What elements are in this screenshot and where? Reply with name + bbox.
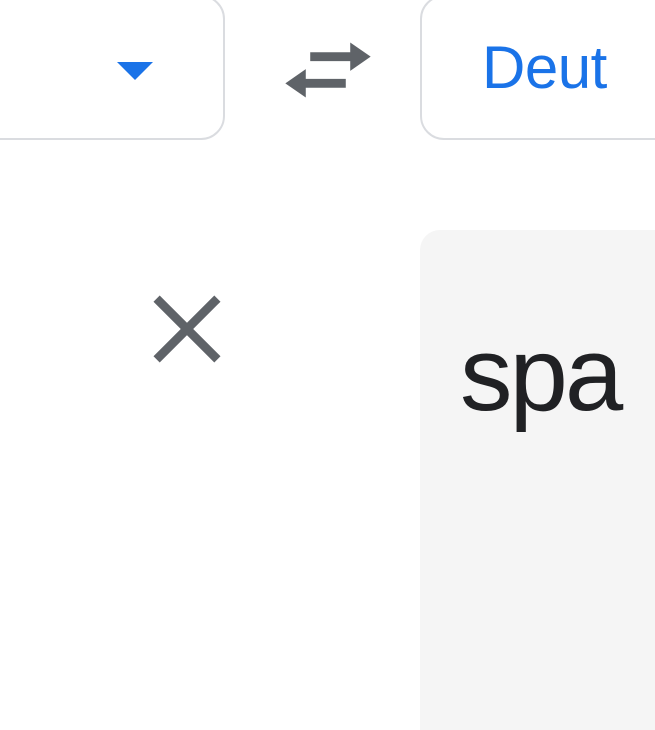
target-language-selector[interactable]: Deut (420, 0, 655, 140)
target-language-label: Deut (482, 33, 607, 102)
swap-languages-button[interactable] (280, 30, 375, 110)
swap-horizontal-icon (283, 30, 373, 110)
close-icon (148, 290, 226, 368)
clear-input-button[interactable] (148, 290, 226, 373)
translation-output-panel: spa (420, 230, 655, 730)
source-language-selector[interactable] (0, 0, 225, 140)
translation-output-text: spa (460, 316, 620, 433)
chevron-down-icon (117, 62, 153, 80)
